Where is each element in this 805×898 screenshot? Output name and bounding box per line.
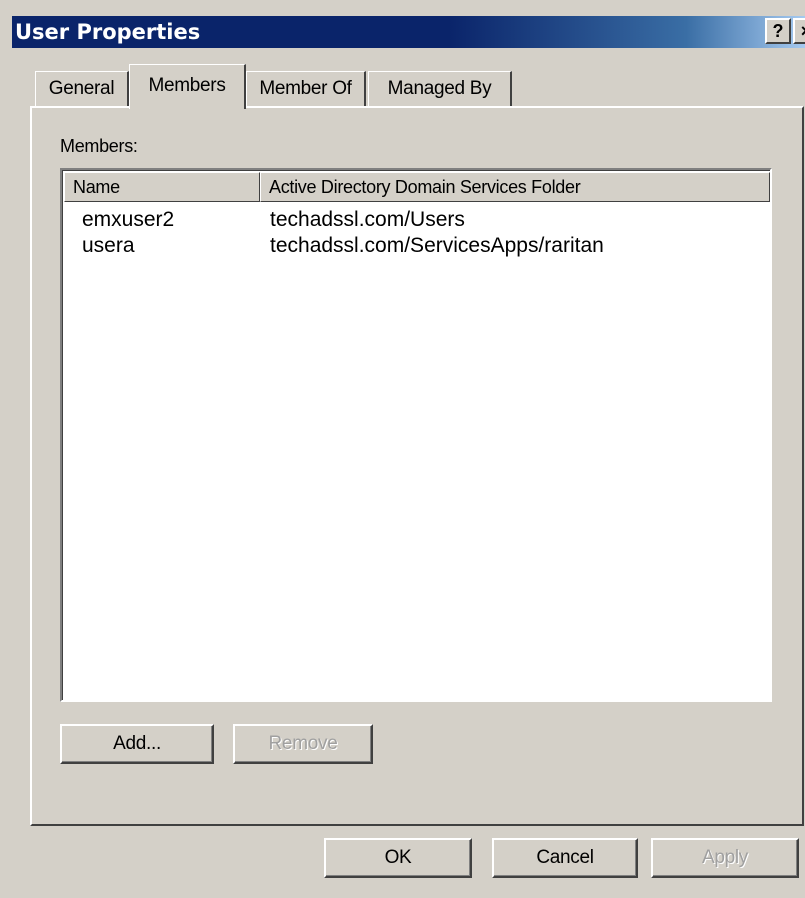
tab-managed-by[interactable]: Managed By: [368, 71, 512, 107]
list-item[interactable]: emxuser2 techadssl.com/Users: [64, 206, 768, 234]
close-button[interactable]: ×: [793, 18, 805, 44]
help-button[interactable]: ?: [765, 18, 791, 44]
column-header-folder[interactable]: Active Directory Domain Services Folder: [260, 172, 770, 202]
member-folder: techadssl.com/Users: [270, 208, 465, 231]
member-folder: techadssl.com/ServicesApps/raritan: [270, 234, 604, 257]
column-header-name[interactable]: Name: [64, 172, 260, 202]
apply-button[interactable]: Apply: [651, 838, 799, 878]
list-header: Name Active Directory Domain Services Fo…: [64, 172, 770, 202]
member-name: emxuser2: [82, 208, 175, 231]
list-item[interactable]: usera techadssl.com/ServicesApps/raritan: [64, 232, 768, 260]
ok-button[interactable]: OK: [324, 838, 472, 878]
tab-member-of[interactable]: Member Of: [246, 71, 366, 107]
members-label: Members:: [60, 136, 138, 156]
tab-general[interactable]: General: [35, 71, 129, 107]
user-properties-dialog: User Properties ? × General Members Memb…: [0, 0, 805, 898]
window-title: User Properties: [15, 20, 201, 44]
add-button[interactable]: Add...: [60, 724, 214, 764]
cancel-button[interactable]: Cancel: [492, 838, 638, 878]
remove-button[interactable]: Remove: [233, 724, 373, 764]
member-name: usera: [82, 234, 135, 257]
title-bar[interactable]: User Properties ? ×: [12, 16, 805, 48]
tab-members[interactable]: Members: [129, 64, 246, 109]
members-tab-panel: Members: Name Active Directory Domain Se…: [30, 106, 804, 826]
members-list[interactable]: Name Active Directory Domain Services Fo…: [60, 168, 772, 702]
